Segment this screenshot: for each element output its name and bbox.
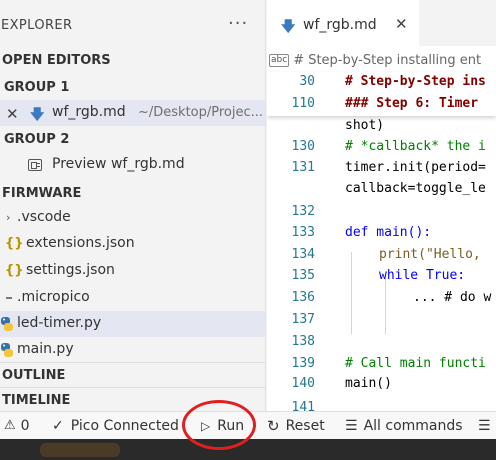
outline-title: OUTLINE <box>2 367 66 383</box>
background-shape <box>40 443 120 457</box>
check-icon: ✓ <box>52 417 64 434</box>
line-number: 139 <box>291 356 315 371</box>
warning-icon: ⚠ <box>4 418 16 433</box>
tree-item-label: .micropico <box>17 289 90 305</box>
close-editor-icon[interactable]: ✕ <box>6 105 19 123</box>
line-number: 138 <box>291 334 315 349</box>
timeline-title: TIMELINE <box>2 392 71 408</box>
code-line: print("Hello, <box>379 247 481 262</box>
tree-item-led-timer-py[interactable]: led-timer.py <box>0 311 265 337</box>
firmware-title: FIRMWARE <box>2 185 82 201</box>
tree-item-label: main.py <box>17 341 74 357</box>
open-editor-wf-rgb[interactable]: ✕ 🡇 wf_rgb.md ~/Desktop/Projec... <box>0 100 265 126</box>
preview-filename: Preview wf_rgb.md <box>52 156 185 172</box>
tab-bar: 🡇 wf_rgb.md ✕ <box>267 0 496 46</box>
explorer-title: EXPLORER <box>1 18 73 33</box>
group-1-header[interactable]: GROUP 1 <box>0 75 265 99</box>
open-editors-title: OPEN EDITORS <box>2 52 111 68</box>
sticky-heading-line: ### Step 6: Timer <box>345 96 479 111</box>
pico-connection-status[interactable]: ✓ Pico Connected <box>52 412 179 439</box>
tree-item-settings-json[interactable]: {} settings.json <box>0 258 265 284</box>
line-number: 137 <box>291 312 315 327</box>
json-file-icon: {} <box>5 263 24 278</box>
highlight-circle <box>182 400 256 450</box>
code-line: while True: <box>379 268 466 283</box>
terminal-icon[interactable]: ☰ <box>478 412 491 439</box>
tab-wf-rgb-md[interactable]: 🡇 wf_rgb.md ✕ <box>267 0 419 46</box>
tab-label: wf_rgb.md <box>303 17 377 33</box>
line-number: 134 <box>291 247 315 262</box>
code-line: shot) <box>345 118 385 133</box>
outline-section-header[interactable]: OUTLINE <box>0 363 265 387</box>
reset-button[interactable]: ↻ Reset <box>267 412 325 439</box>
desktop-background-strip <box>0 439 496 460</box>
breadcrumb[interactable]: abc # Step-by-Step installing ent <box>267 48 496 72</box>
problems-indicator[interactable]: ⚠ 0 <box>4 412 30 439</box>
config-file-icon <box>6 297 12 299</box>
code-line: # *callback* the i <box>345 139 486 154</box>
python-file-icon <box>0 342 14 358</box>
line-number: 131 <box>291 160 315 175</box>
sticky-scroll-header[interactable]: 30 # Step-by-Step ins 110 ### Step 6: Ti… <box>267 72 496 116</box>
list-icon: ☰ <box>345 417 358 434</box>
group-1-title: GROUP 1 <box>4 79 70 95</box>
tree-item-label: .vscode <box>17 209 71 225</box>
tree-item-vscode[interactable]: › .vscode <box>0 205 265 231</box>
line-number: 135 <box>291 268 315 283</box>
explorer-header: EXPLORER ··· <box>0 0 265 48</box>
code-line: ... # do w <box>413 290 492 305</box>
chevron-right-icon[interactable]: › <box>6 211 10 224</box>
line-number: 141 <box>291 400 315 411</box>
group-2-title: GROUP 2 <box>4 131 70 147</box>
code-line: callback=toggle_le <box>345 181 486 196</box>
breadcrumb-text: # Step-by-Step installing ent <box>293 52 482 68</box>
line-number: 140 <box>291 376 315 391</box>
editor-area: 🡇 wf_rgb.md ✕ abc # Step-by-Step install… <box>267 0 496 411</box>
code-line: main() <box>345 376 392 391</box>
tree-item-label: led-timer.py <box>17 315 102 331</box>
line-number: 130 <box>291 139 315 154</box>
reset-icon: ↻ <box>267 416 280 435</box>
warnings-count: 0 <box>20 417 30 434</box>
markdown-file-icon: 🡇 <box>281 19 296 35</box>
code-line: timer.init(period= <box>345 160 486 175</box>
connection-label: Pico Connected <box>70 417 179 434</box>
group-2-header[interactable]: GROUP 2 <box>0 127 265 151</box>
line-number: 133 <box>291 225 315 240</box>
line-number: 136 <box>291 290 315 305</box>
python-file-icon <box>0 316 14 332</box>
indent-guide <box>351 252 352 334</box>
all-commands-button[interactable]: ☰ All commands <box>345 412 463 439</box>
tree-item-label: settings.json <box>26 262 115 278</box>
close-tab-icon[interactable]: ✕ <box>395 15 408 33</box>
all-commands-label: All commands <box>363 417 463 434</box>
code-line: def main(): <box>345 225 432 240</box>
tree-item-micropico[interactable]: .micropico <box>0 285 265 311</box>
open-editors-section[interactable]: OPEN EDITORS <box>0 48 265 72</box>
line-number: 110 <box>291 96 315 111</box>
code-line: # Call main functi <box>345 356 486 371</box>
markdown-breadcrumb-icon: abc <box>269 53 290 67</box>
line-number: 132 <box>291 204 315 219</box>
line-number: 30 <box>299 74 315 89</box>
preview-icon <box>28 159 42 171</box>
indent-guide <box>385 278 386 334</box>
reset-label: Reset <box>285 417 325 434</box>
sticky-heading-line: # Step-by-Step ins <box>345 74 486 89</box>
open-editor-filename: wf_rgb.md <box>52 104 126 120</box>
explorer-sidebar: EXPLORER ··· OPEN EDITORS GROUP 1 ✕ 🡇 wf… <box>0 0 266 411</box>
more-actions-icon[interactable]: ··· <box>228 13 248 34</box>
open-editor-path: ~/Desktop/Projec... <box>138 105 264 120</box>
open-editor-preview[interactable]: Preview wf_rgb.md <box>0 152 265 178</box>
tree-item-label: extensions.json <box>26 235 135 251</box>
markdown-file-icon: 🡇 <box>30 107 45 123</box>
tree-item-main-py[interactable]: main.py <box>0 337 265 363</box>
tree-item-extensions-json[interactable]: {} extensions.json <box>0 231 265 257</box>
json-file-icon: {} <box>5 236 24 251</box>
firmware-folder-header[interactable]: FIRMWARE <box>0 181 265 205</box>
